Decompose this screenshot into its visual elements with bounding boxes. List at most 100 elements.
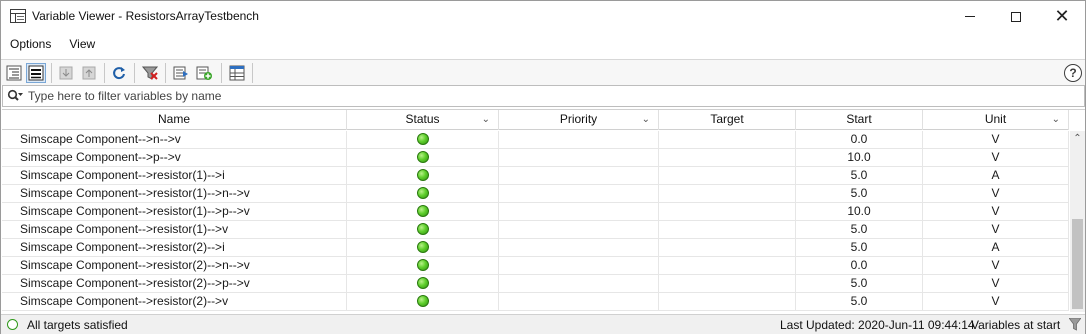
cell-status bbox=[347, 239, 499, 257]
cell-start[interactable]: 5.0 bbox=[796, 239, 923, 257]
column-header-priority[interactable]: Priority ⌄ bbox=[499, 110, 659, 130]
table-row[interactable]: Simscape Component-->resistor(1)-->p-->v… bbox=[2, 203, 1069, 221]
cell-priority[interactable] bbox=[499, 257, 659, 275]
move-up-button[interactable] bbox=[79, 63, 99, 83]
cell-priority[interactable] bbox=[499, 149, 659, 167]
cell-unit[interactable]: V bbox=[923, 293, 1069, 311]
cell-start[interactable]: 10.0 bbox=[796, 149, 923, 167]
column-label: Start bbox=[846, 112, 872, 126]
menu-options[interactable]: Options bbox=[1, 34, 60, 54]
cell-name: Simscape Component-->resistor(2)-->n-->v bbox=[2, 257, 347, 275]
table-row[interactable]: Simscape Component-->p-->v 10.0 V bbox=[2, 149, 1069, 167]
table-row[interactable]: Simscape Component-->resistor(1)-->v 5.0… bbox=[2, 221, 1069, 239]
toolbar: ? bbox=[1, 59, 1085, 85]
table-row[interactable]: Simscape Component-->resistor(2)-->i 5.0… bbox=[2, 239, 1069, 257]
flat-list-view-button[interactable] bbox=[26, 63, 46, 83]
status-ok-icon bbox=[416, 223, 429, 235]
status-ok-icon bbox=[416, 259, 429, 271]
toolbar-separator bbox=[104, 63, 105, 83]
cell-priority[interactable] bbox=[499, 167, 659, 185]
cell-start[interactable]: 5.0 bbox=[796, 167, 923, 185]
move-down-button[interactable] bbox=[56, 63, 76, 83]
vertical-scrollbar[interactable]: ⌃ bbox=[1070, 131, 1085, 312]
column-header-start[interactable]: Start bbox=[796, 110, 923, 130]
status-ok-icon bbox=[7, 319, 18, 330]
cell-target[interactable] bbox=[659, 131, 796, 149]
window-title: Variable Viewer - ResistorsArrayTestbenc… bbox=[32, 9, 259, 23]
minimize-button[interactable] bbox=[947, 1, 993, 32]
menu-view[interactable]: View bbox=[60, 34, 104, 54]
cell-start[interactable]: 5.0 bbox=[796, 185, 923, 203]
refresh-button[interactable] bbox=[109, 63, 129, 83]
column-header-unit[interactable]: Unit ⌄ bbox=[923, 110, 1069, 130]
cell-priority[interactable] bbox=[499, 221, 659, 239]
export-button[interactable] bbox=[171, 63, 191, 83]
close-icon: ✕ bbox=[1054, 5, 1070, 27]
maximize-icon bbox=[1011, 11, 1021, 22]
cell-unit[interactable]: A bbox=[923, 167, 1069, 185]
cell-target[interactable] bbox=[659, 149, 796, 167]
help-button[interactable]: ? bbox=[1064, 64, 1082, 82]
cell-unit[interactable]: V bbox=[923, 257, 1069, 275]
column-label: Unit bbox=[984, 112, 1007, 126]
maximize-button[interactable] bbox=[993, 1, 1039, 32]
cell-unit[interactable]: V bbox=[923, 275, 1069, 293]
filter-input[interactable] bbox=[28, 88, 1028, 104]
cell-unit[interactable]: V bbox=[923, 185, 1069, 203]
cell-target[interactable] bbox=[659, 239, 796, 257]
scroll-up-arrow-icon[interactable]: ⌃ bbox=[1070, 131, 1085, 146]
cell-unit[interactable]: V bbox=[923, 149, 1069, 167]
cell-unit[interactable]: A bbox=[923, 239, 1069, 257]
cell-start[interactable]: 0.0 bbox=[796, 257, 923, 275]
clear-filter-button[interactable] bbox=[140, 63, 160, 83]
cell-priority[interactable] bbox=[499, 275, 659, 293]
cell-start[interactable]: 5.0 bbox=[796, 293, 923, 311]
export-icon bbox=[173, 66, 188, 80]
cell-start[interactable]: 10.0 bbox=[796, 203, 923, 221]
add-button[interactable] bbox=[194, 63, 214, 83]
chevron-down-icon[interactable]: ⌄ bbox=[482, 110, 490, 129]
tree-view-button[interactable] bbox=[4, 63, 24, 83]
chevron-down-icon[interactable]: ⌄ bbox=[1052, 110, 1060, 129]
cell-target[interactable] bbox=[659, 167, 796, 185]
status-ok-icon bbox=[416, 151, 429, 163]
column-header-status[interactable]: Status ⌄ bbox=[347, 110, 499, 130]
cell-status bbox=[347, 221, 499, 239]
cell-target[interactable] bbox=[659, 185, 796, 203]
cell-name: Simscape Component-->resistor(1)-->i bbox=[2, 167, 347, 185]
status-bar: All targets satisfied Last Updated: 2020… bbox=[1, 314, 1085, 334]
cell-name: Simscape Component-->resistor(2)-->v bbox=[2, 293, 347, 311]
chevron-down-icon[interactable]: ⌄ bbox=[642, 110, 650, 129]
table-settings-button[interactable] bbox=[227, 63, 247, 83]
cell-start[interactable]: 0.0 bbox=[796, 131, 923, 149]
table-row[interactable]: Simscape Component-->resistor(1)-->i 5.0… bbox=[2, 167, 1069, 185]
cell-unit[interactable]: V bbox=[923, 221, 1069, 239]
status-ok-icon bbox=[416, 187, 429, 199]
filter-funnel-icon[interactable] bbox=[1069, 318, 1081, 331]
cell-start[interactable]: 5.0 bbox=[796, 221, 923, 239]
scrollbar-thumb[interactable] bbox=[1072, 219, 1083, 309]
table-row[interactable]: Simscape Component-->resistor(1)-->n-->v… bbox=[2, 185, 1069, 203]
cell-target[interactable] bbox=[659, 257, 796, 275]
column-header-target[interactable]: Target bbox=[659, 110, 796, 130]
search-icon[interactable] bbox=[7, 89, 23, 103]
close-button[interactable]: ✕ bbox=[1039, 1, 1085, 32]
cell-unit[interactable]: V bbox=[923, 131, 1069, 149]
cell-target[interactable] bbox=[659, 203, 796, 221]
table-row[interactable]: Simscape Component-->n-->v 0.0 V bbox=[2, 131, 1069, 149]
cell-priority[interactable] bbox=[499, 185, 659, 203]
cell-target[interactable] bbox=[659, 275, 796, 293]
table-row[interactable]: Simscape Component-->resistor(2)-->p-->v… bbox=[2, 275, 1069, 293]
cell-target[interactable] bbox=[659, 221, 796, 239]
cell-priority[interactable] bbox=[499, 239, 659, 257]
table-row[interactable]: Simscape Component-->resistor(2)-->v 5.0… bbox=[2, 293, 1069, 311]
cell-priority[interactable] bbox=[499, 293, 659, 311]
table-row[interactable]: Simscape Component-->resistor(2)-->n-->v… bbox=[2, 257, 1069, 275]
cell-priority[interactable] bbox=[499, 203, 659, 221]
column-header-name[interactable]: Name bbox=[2, 110, 347, 130]
cell-priority[interactable] bbox=[499, 131, 659, 149]
cell-name: Simscape Component-->p-->v bbox=[2, 149, 347, 167]
cell-unit[interactable]: V bbox=[923, 203, 1069, 221]
cell-start[interactable]: 5.0 bbox=[796, 275, 923, 293]
cell-target[interactable] bbox=[659, 293, 796, 311]
